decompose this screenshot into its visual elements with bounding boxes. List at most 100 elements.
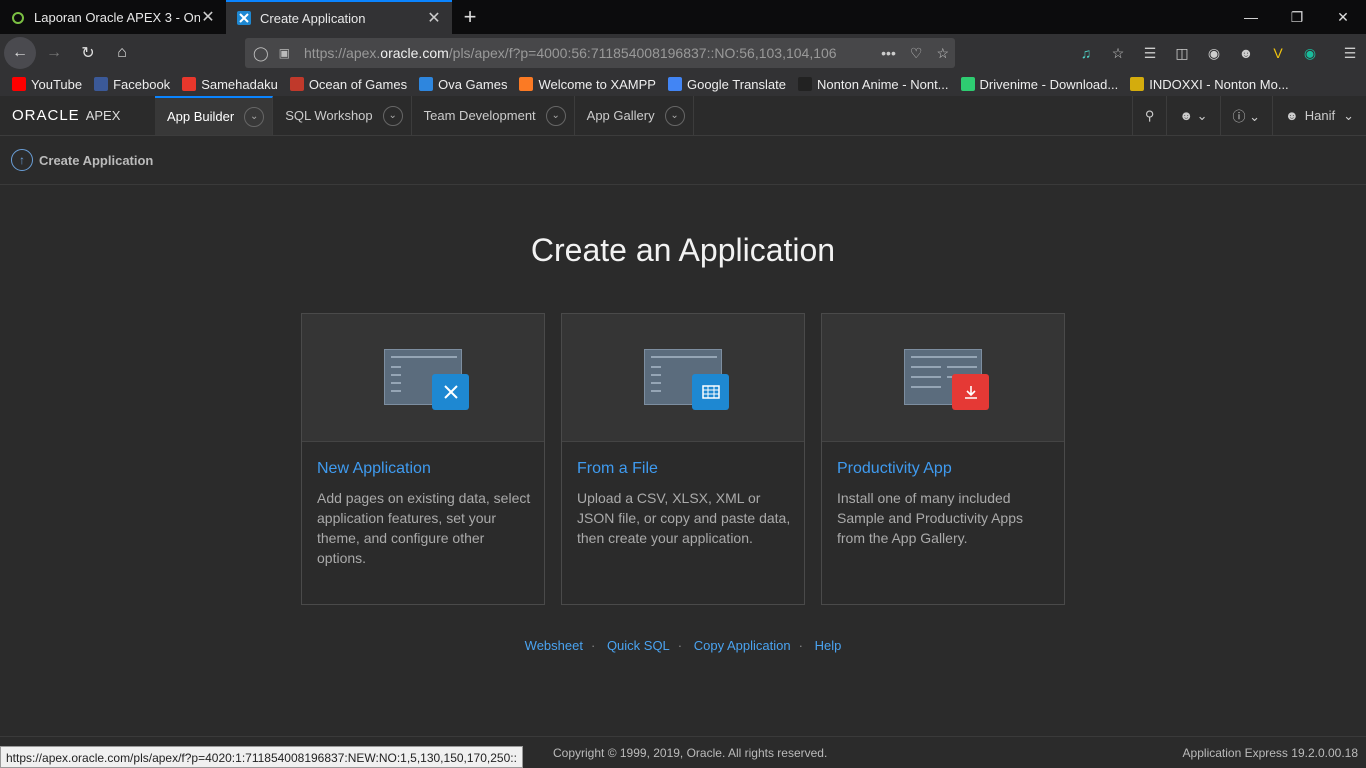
tab-app-gallery[interactable]: App Gallery ⌄ [575, 96, 694, 135]
card-productivity-app[interactable]: Productivity App Install one of many inc… [821, 313, 1065, 605]
card-illustration [562, 314, 804, 442]
card-from-a-file[interactable]: From a File Upload a CSV, XLSX, XML or J… [561, 313, 805, 605]
bookmark-favicon-icon [519, 77, 534, 91]
breadcrumb: ↑ Create Application [0, 136, 1366, 185]
close-icon[interactable]: ✕ [426, 8, 442, 28]
link-help[interactable]: Help [815, 638, 842, 653]
close-icon[interactable]: ✕ [200, 7, 216, 27]
url-bar[interactable]: ◯ ▣ https://apex.oracle.com/pls/apex/f?p… [245, 38, 955, 68]
bookmark-item[interactable]: Ocean of Games [289, 76, 408, 92]
globe-icon[interactable]: ◉ [1198, 45, 1230, 62]
bookmark-label: Facebook [113, 76, 171, 92]
card-illustration [302, 314, 544, 442]
version-text: Application Express 19.2.0.00.18 [1182, 746, 1358, 760]
chevron-down-icon[interactable]: ⌄ [382, 105, 403, 126]
library-icon[interactable]: ☰ [1134, 45, 1166, 62]
tab-team-development[interactable]: Team Development ⌄ [412, 96, 575, 135]
card-title[interactable]: New Application [317, 460, 431, 478]
bookmark-favicon-icon [182, 77, 197, 91]
link-websheet[interactable]: Websheet [525, 638, 583, 653]
music-extension-icon[interactable]: ♫ [1070, 45, 1102, 61]
bookmark-favicon-icon [667, 77, 682, 91]
bookmark-label: Drivenime - Download... [979, 76, 1119, 92]
chevron-down-icon[interactable]: ⌄ [545, 105, 566, 126]
bookmark-label: Ocean of Games [308, 76, 408, 92]
back-arrow-icon[interactable]: ← [4, 37, 36, 69]
tools-favicon-icon [236, 10, 252, 26]
favorites-icon[interactable]: ☆ [1102, 45, 1134, 62]
help-icon[interactable]: ⓘ ⌄ [1219, 96, 1273, 135]
bookmark-label: YouTube [31, 76, 83, 92]
bookmark-item[interactable]: Welcome to XAMPP [519, 77, 656, 92]
extension-icon[interactable]: ◉ [1294, 45, 1326, 62]
secondary-links: Websheet · Quick SQL · Copy Application · H… [524, 638, 842, 653]
browser-tab-laporan[interactable]: Laporan Oracle APEX 3 - Online ✕ [0, 0, 226, 34]
browser-tab-create-application[interactable]: Create Application ✕ [226, 0, 452, 34]
bookmark-item[interactable]: INDOXXI - Nonton Mo... [1130, 76, 1289, 92]
link-copy-application[interactable]: Copy Application [694, 638, 791, 653]
bookmark-label: Welcome to XAMPP [538, 76, 656, 92]
user-menu[interactable]: ☻ Hanif ⌄ [1272, 96, 1366, 135]
search-icon[interactable]: ⚲ [1131, 96, 1167, 135]
bookmarks-bar: YouTube Facebook Samehadaku Ocean of Games O… [0, 72, 1366, 96]
sidebar-icon[interactable]: ◫ [1166, 45, 1198, 62]
shield-icon[interactable]: ◯ [253, 45, 269, 62]
bookmark-item[interactable]: Ova Games [419, 77, 507, 92]
restore-icon[interactable]: ❐ [1274, 0, 1320, 34]
apex-header: ORACLE APEX App Builder ⌄ SQL Workshop ⌄ Te… [0, 96, 1366, 136]
card-illustration [822, 314, 1064, 442]
tab-app-builder[interactable]: App Builder ⌄ [155, 96, 274, 135]
admin-user-icon[interactable]: ☻ ⌄ [1166, 96, 1219, 135]
card-title[interactable]: Productivity App [837, 460, 952, 478]
up-arrow-icon[interactable]: ↑ [11, 149, 33, 171]
bookmark-item[interactable]: Facebook [94, 77, 170, 92]
chevron-down-icon[interactable]: ⌄ [244, 106, 265, 127]
bookmark-label: Google Translate [686, 76, 786, 92]
bookmark-favicon-icon [1130, 77, 1145, 91]
forward-arrow-icon[interactable]: → [38, 37, 70, 69]
link-quick-sql[interactable]: Quick SQL [607, 638, 670, 653]
window-close-icon[interactable]: ✕ [1320, 0, 1366, 34]
card-description: Add pages on existing data, select appli… [317, 490, 531, 566]
url-text[interactable]: https://apex.oracle.com/pls/apex/f?p=400… [304, 45, 844, 61]
minimize-icon[interactable]: — [1228, 0, 1274, 34]
window-controls: — ❐ ✕ [1228, 0, 1366, 34]
bookmark-favicon-icon [12, 77, 26, 91]
bookmark-favicon-icon [94, 77, 109, 91]
more-actions-icon[interactable]: ••• [881, 45, 896, 62]
new-tab-button[interactable]: + [452, 0, 488, 34]
v-extension-icon[interactable]: V [1262, 45, 1294, 61]
bookmark-item[interactable]: Nonton Anime - Nont... [798, 77, 949, 92]
download-icon [952, 374, 989, 410]
tab-title: Create Application [260, 10, 366, 26]
menu-icon[interactable]: ☰ [1334, 45, 1366, 62]
apex-favicon-icon [10, 9, 26, 25]
bookmark-label: Ova Games [438, 76, 508, 92]
bookmark-item[interactable]: Samehadaku [182, 77, 278, 92]
lock-icon[interactable]: ▣ [279, 46, 290, 60]
bookmark-item[interactable]: YouTube [12, 77, 82, 92]
pocket-icon[interactable]: ♡ [910, 45, 923, 62]
chevron-down-icon[interactable]: ⌄ [664, 105, 685, 126]
card-description: Install one of many included Sample and … [837, 490, 1023, 546]
bookmark-favicon-icon [798, 77, 812, 91]
home-icon[interactable]: ⌂ [106, 37, 138, 69]
bookmark-label: INDOXXI - Nonton Mo... [1149, 76, 1289, 92]
tab-sql-workshop[interactable]: SQL Workshop ⌄ [273, 96, 412, 135]
page-title: Create an Application [530, 232, 836, 268]
card-title[interactable]: From a File [577, 460, 658, 478]
bookmark-item[interactable]: Drivenime - Download... [960, 76, 1119, 92]
bookmark-label: Nonton Anime - Nont... [817, 76, 949, 92]
table-icon [692, 374, 729, 410]
reload-icon[interactable]: ↻ [72, 37, 104, 69]
oracle-apex-logo[interactable]: ORACLE APEX [0, 96, 155, 135]
tab-title: Laporan Oracle APEX 3 - Online [34, 9, 200, 25]
bookmark-star-icon[interactable]: ☆ [936, 45, 949, 62]
card-new-application[interactable]: New Application Add pages on existing da… [301, 313, 545, 605]
browser-navbar: ← → ↻ ⌂ ◯ ▣ https://apex.oracle.com/pls/… [0, 34, 1366, 72]
breadcrumb-label: Create Application [39, 152, 154, 168]
account-icon[interactable]: ☻ [1230, 45, 1262, 61]
bookmark-item[interactable]: Google Translate [667, 76, 786, 92]
status-url-tooltip: https://apex.oracle.com/pls/apex/f?p=402… [0, 746, 523, 768]
bookmark-favicon-icon [289, 77, 304, 91]
